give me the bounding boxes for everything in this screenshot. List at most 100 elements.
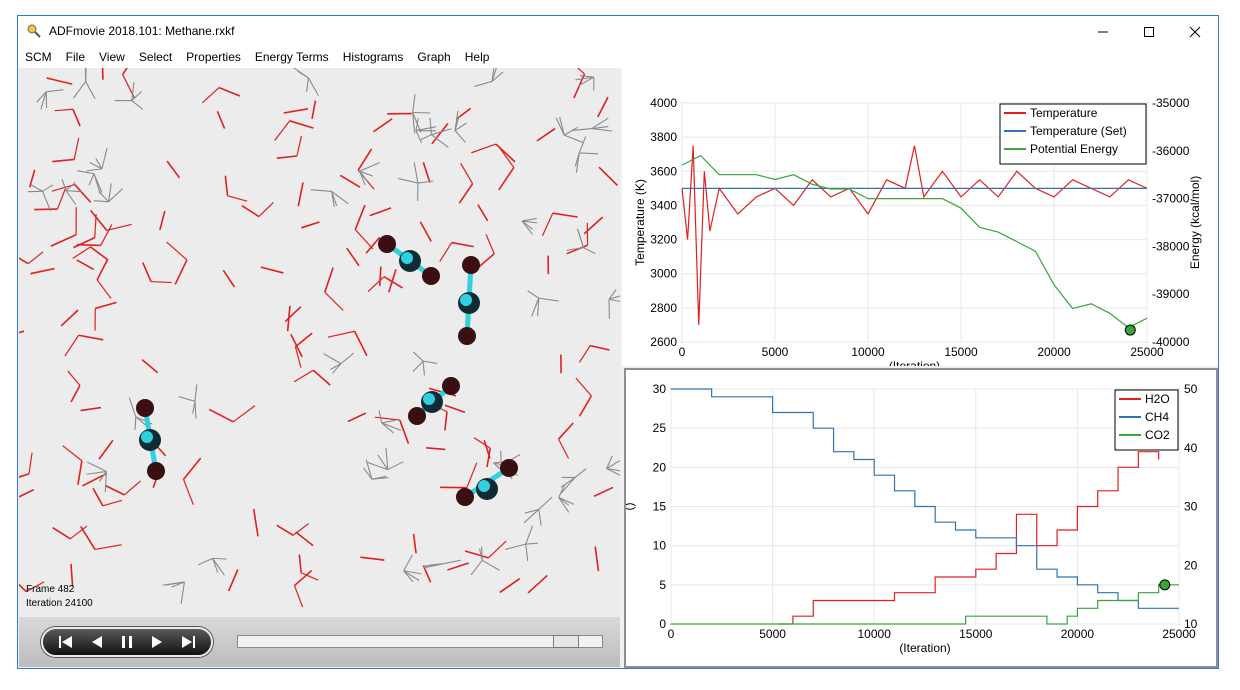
energy-graph-panel[interactable]: 0 5000 10000 15000 20000 25000 2600 2800 3000 320… <box>622 68 1218 373</box>
minimize-icon <box>1098 31 1108 32</box>
methane-bond <box>93 200 109 203</box>
water-bond <box>74 184 92 203</box>
methane-bond <box>563 126 578 136</box>
water-bond <box>101 68 104 80</box>
methane-bond <box>72 81 87 99</box>
oxygen-atom <box>136 399 154 417</box>
water-bond <box>166 241 188 261</box>
methane-bond <box>212 558 225 576</box>
slider-handle[interactable] <box>553 635 579 648</box>
water-bond <box>419 221 432 242</box>
water-bond <box>354 229 374 250</box>
water-bond <box>94 544 122 551</box>
molecule-viewport[interactable]: Frame 482 Iteration 24100 <box>19 68 620 617</box>
water-bond <box>594 546 600 572</box>
methane-bond <box>86 168 103 172</box>
y-tick-label: 3600 <box>650 164 677 178</box>
y-tick-label: 0 <box>659 617 666 631</box>
y-tick-label: 2600 <box>650 335 677 349</box>
water-bond <box>56 187 67 210</box>
frame-slider[interactable] <box>237 635 603 648</box>
water-bond <box>96 258 109 281</box>
water-bond <box>73 236 96 249</box>
water-bond <box>80 526 96 550</box>
water-bond <box>19 257 29 265</box>
water-bond <box>552 212 578 218</box>
water-bond <box>260 266 284 274</box>
water-bond <box>166 160 181 179</box>
close-button[interactable] <box>1172 16 1218 47</box>
water-bond <box>426 447 446 451</box>
methane-bond <box>88 173 95 186</box>
methane-bond <box>330 363 342 371</box>
water-bond <box>360 556 385 561</box>
water-bond <box>123 480 142 496</box>
water-bond <box>62 445 83 462</box>
methane-bond <box>131 81 135 101</box>
methane-bond <box>538 297 559 302</box>
x-axis-label: (Iteration) <box>889 359 940 366</box>
menu-scm[interactable]: SCM <box>18 48 59 68</box>
y-tick-label: 25 <box>653 421 667 435</box>
water-bond <box>477 253 495 269</box>
y-tick-label: 20 <box>653 460 667 474</box>
water-bond <box>92 487 104 507</box>
water-bond <box>64 334 80 357</box>
first-frame-button[interactable] <box>55 631 77 653</box>
methane-bond <box>412 111 431 114</box>
water-bond <box>72 246 91 259</box>
water-bond <box>575 377 592 397</box>
water-bond <box>460 163 474 184</box>
y-tick-label: 3200 <box>650 233 677 247</box>
water-bond <box>483 440 491 459</box>
water-bond <box>301 221 320 229</box>
water-bond <box>182 479 194 505</box>
y-tick-label: 3800 <box>650 130 677 144</box>
molecule-scene[interactable] <box>19 68 620 617</box>
x-axis-label: (Iteration) <box>899 641 950 655</box>
last-frame-button[interactable] <box>177 631 199 653</box>
maximize-button[interactable] <box>1126 16 1172 47</box>
water-bond <box>104 484 125 496</box>
menu-energy-terms[interactable]: Energy Terms <box>248 48 336 68</box>
water-bond <box>89 209 108 231</box>
histogram-panel[interactable]: 0 5000 10000 15000 20000 25000 0 5 10 15 20 25 30 10 2… <box>622 368 1218 668</box>
title-bar[interactable]: ADFmovie 2018.101: Methane.rxkf <box>18 16 1218 48</box>
methane-bond <box>474 80 493 87</box>
oxygen-atom <box>147 462 165 480</box>
menu-file[interactable]: File <box>59 48 92 68</box>
x-tick-label: 20000 <box>1037 345 1071 359</box>
methane-bond <box>521 217 537 222</box>
x-tick-label: 5000 <box>759 627 786 641</box>
menu-view[interactable]: View <box>92 48 132 68</box>
legend-label: Potential Energy <box>1030 142 1118 156</box>
water-bond <box>276 155 298 159</box>
methane-bond <box>419 134 432 141</box>
pause-button[interactable] <box>116 631 138 653</box>
methane-bond <box>180 582 185 604</box>
methane-bond <box>505 543 526 550</box>
menu-graph[interactable]: Graph <box>410 48 457 68</box>
water-bond <box>208 408 234 423</box>
menu-select[interactable]: Select <box>132 48 179 68</box>
oxygen-atom <box>408 407 426 425</box>
methane-bond <box>76 170 95 175</box>
methane-bond <box>42 184 54 192</box>
methane-bond <box>297 70 309 79</box>
water-bond <box>300 572 319 581</box>
water-bond <box>557 422 574 440</box>
minimize-button[interactable] <box>1080 16 1126 47</box>
water-bond <box>82 473 107 487</box>
menu-histograms[interactable]: Histograms <box>336 48 411 68</box>
methane-bond <box>538 509 542 526</box>
y-tick-label: 3400 <box>650 198 677 212</box>
x-tick-label: 15000 <box>944 345 978 359</box>
water-bond <box>593 486 614 498</box>
menu-properties[interactable]: Properties <box>179 48 248 68</box>
skip-start-icon <box>59 636 73 648</box>
water-bond <box>159 210 166 231</box>
menu-help[interactable]: Help <box>458 48 497 68</box>
step-forward-button[interactable] <box>146 631 168 653</box>
water-bond <box>297 182 304 207</box>
step-back-button[interactable] <box>86 631 108 653</box>
